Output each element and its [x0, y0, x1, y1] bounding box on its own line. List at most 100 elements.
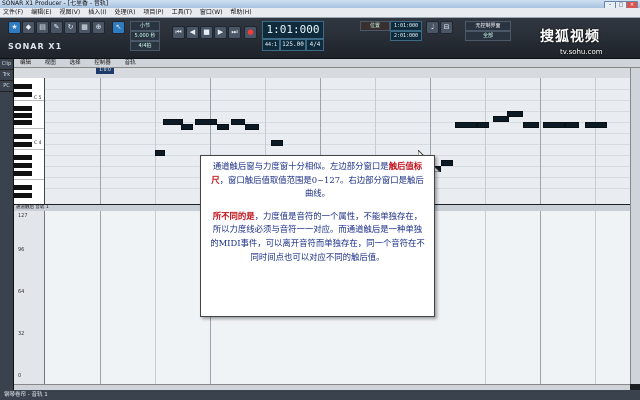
black-key[interactable] — [14, 84, 32, 89]
midi-note[interactable] — [217, 124, 229, 130]
c4-label: C 4 — [34, 141, 42, 146]
black-key[interactable] — [14, 106, 32, 111]
loop-end-display[interactable]: 2:01:000 — [390, 31, 422, 41]
pr-menu-view[interactable]: 视图 — [45, 60, 56, 66]
loop-icon[interactable]: ↻ — [64, 21, 77, 34]
midi-note[interactable] — [477, 122, 489, 128]
snap-icon[interactable]: ▤ — [36, 21, 49, 34]
status-bar: 钢琴卷帘 - 音轨 1 — [0, 390, 640, 400]
callout-text-1b: ，窗口触后值取值范围是0~127。右边部分窗口是触后曲线。 — [219, 174, 424, 199]
tab-pc[interactable]: PC — [0, 81, 13, 92]
status-left: 钢琴卷帘 - 音轨 1 — [4, 392, 48, 398]
aftertouch-scale: 127 96 64 32 0 — [14, 211, 45, 384]
zoom-icon[interactable]: ⊕ — [92, 21, 105, 34]
watermark-url: tv.sohu.com — [560, 48, 603, 56]
grid-beat-line — [595, 78, 596, 204]
position-label: 位置 — [360, 21, 390, 31]
white-key-line — [14, 179, 44, 180]
pr-menu-select[interactable]: 选择 — [70, 60, 81, 66]
grid-row — [45, 89, 630, 90]
midi-note[interactable] — [155, 150, 165, 156]
midi-note[interactable] — [441, 160, 453, 166]
star-icon[interactable]: ★ — [8, 21, 21, 34]
record-icon[interactable]: ● — [244, 26, 257, 39]
black-key[interactable] — [14, 163, 32, 168]
black-key[interactable] — [14, 155, 32, 160]
rewind-icon[interactable]: ◀ — [186, 26, 199, 39]
select-tool-icon[interactable]: ↖ — [112, 21, 125, 34]
all-button[interactable]: 全部 — [465, 31, 511, 41]
midi-note[interactable] — [523, 122, 539, 128]
tab-clip[interactable]: Clip — [0, 59, 13, 70]
midi-note[interactable] — [271, 140, 283, 146]
black-key[interactable] — [14, 185, 32, 190]
record-mode-icon[interactable]: ◆ — [22, 21, 35, 34]
pr-menu-track[interactable]: 音轨 — [125, 60, 136, 66]
forward-icon[interactable]: ⏭ — [228, 26, 241, 39]
meter-small-readout: 4/4拍 — [130, 41, 160, 51]
meter-display[interactable]: 4/4 — [306, 39, 324, 51]
scale-0: 0 — [18, 373, 22, 379]
tab-track[interactable]: Trk — [0, 70, 13, 81]
menu-help[interactable]: 帮助(H) — [230, 9, 251, 16]
midi-note[interactable] — [245, 124, 259, 130]
grid-row — [45, 144, 630, 145]
midi-note[interactable] — [195, 119, 217, 125]
menu-edit[interactable]: 编辑(E) — [31, 9, 51, 16]
midi-note[interactable] — [585, 122, 607, 128]
callout-paragraph-1: 通道触后窗与力度窗十分相似。左边部分窗口是触后值标尺，窗口触后值取值范围是0~1… — [209, 160, 426, 201]
menu-insert[interactable]: 插入(I) — [88, 9, 106, 16]
callout-text-1a: 通道触后窗与力度窗十分相似。左边部分窗口是 — [212, 161, 389, 171]
vertical-scrollbar[interactable] — [630, 68, 640, 384]
midi-note[interactable] — [543, 122, 565, 128]
c5-label: C 5 — [34, 96, 42, 101]
ruler-marker[interactable]: 1:0:0 — [96, 68, 114, 74]
window-title: SONAR X1 Producer - [七里香 - 音轨] — [2, 0, 109, 7]
inspector-tabs: Clip Trk PC — [0, 59, 14, 400]
callout-paragraph-2: 所不同的是，力度值是音符的一个属性，不能单独存在，所以力度线必须与音符一一对应。… — [209, 210, 426, 264]
pianoroll-menu: 编辑 视图 选择 控制器 音轨 — [14, 59, 640, 68]
loop-start-display[interactable]: 1:01:000 — [390, 21, 422, 31]
midi-note[interactable] — [455, 122, 477, 128]
black-key[interactable] — [14, 171, 32, 176]
midi-note[interactable] — [507, 111, 523, 117]
play-icon[interactable]: ▶ — [214, 26, 227, 39]
black-key[interactable] — [14, 142, 32, 147]
menu-tools[interactable]: 工具(T) — [172, 9, 192, 16]
midi-note[interactable] — [231, 119, 245, 125]
metronome-icon[interactable]: ♩ — [426, 21, 439, 34]
pr-menu-controller[interactable]: 控制器 — [94, 60, 111, 66]
grid-bar-line — [540, 211, 541, 384]
piano-keyboard[interactable]: C 5 C 4 — [14, 78, 45, 204]
menu-project[interactable]: 项目(P) — [143, 9, 163, 16]
grid-bar-line — [540, 78, 541, 204]
pr-menu-edit[interactable]: 编辑 — [20, 60, 31, 66]
menu-file[interactable]: 文件(F) — [3, 9, 23, 16]
white-key-line — [14, 128, 44, 129]
scale-127: 127 — [18, 213, 28, 219]
stop-icon[interactable]: ■ — [200, 26, 213, 39]
time-display[interactable]: 1:01:000 — [262, 21, 324, 39]
tab-bar-button[interactable]: 小节 — [130, 21, 160, 31]
control-surface-select[interactable]: 无控制界面 — [465, 21, 511, 31]
rewind-start-icon[interactable]: ⏮ — [172, 26, 185, 39]
midi-note[interactable] — [565, 122, 579, 128]
midi-note[interactable] — [181, 124, 193, 130]
menu-bar: 文件(F) 编辑(E) 视图(V) 插入(I) 处理(R) 项目(P) 工具(T… — [0, 8, 640, 18]
black-key[interactable] — [14, 193, 32, 198]
menu-view[interactable]: 视图(V) — [59, 9, 80, 16]
title-bar: SONAR X1 Producer - [七里香 - 音轨] – □ × — [0, 0, 640, 9]
midi-note[interactable] — [163, 119, 183, 125]
black-key[interactable] — [14, 134, 32, 139]
black-key[interactable] — [14, 120, 32, 125]
scale-64: 64 — [18, 289, 25, 295]
controller-label[interactable]: 通道触后 音轨 1 — [16, 204, 49, 210]
menu-process[interactable]: 处理(R) — [115, 9, 136, 16]
black-key[interactable] — [14, 113, 32, 118]
tempo-display[interactable]: 125.00 — [280, 39, 306, 51]
black-key[interactable] — [14, 92, 32, 97]
grid-icon[interactable]: ▦ — [78, 21, 91, 34]
pencil-icon[interactable]: ✎ — [50, 21, 63, 34]
menu-window[interactable]: 窗口(W) — [200, 9, 223, 16]
punch-icon[interactable]: ⊟ — [440, 21, 453, 34]
